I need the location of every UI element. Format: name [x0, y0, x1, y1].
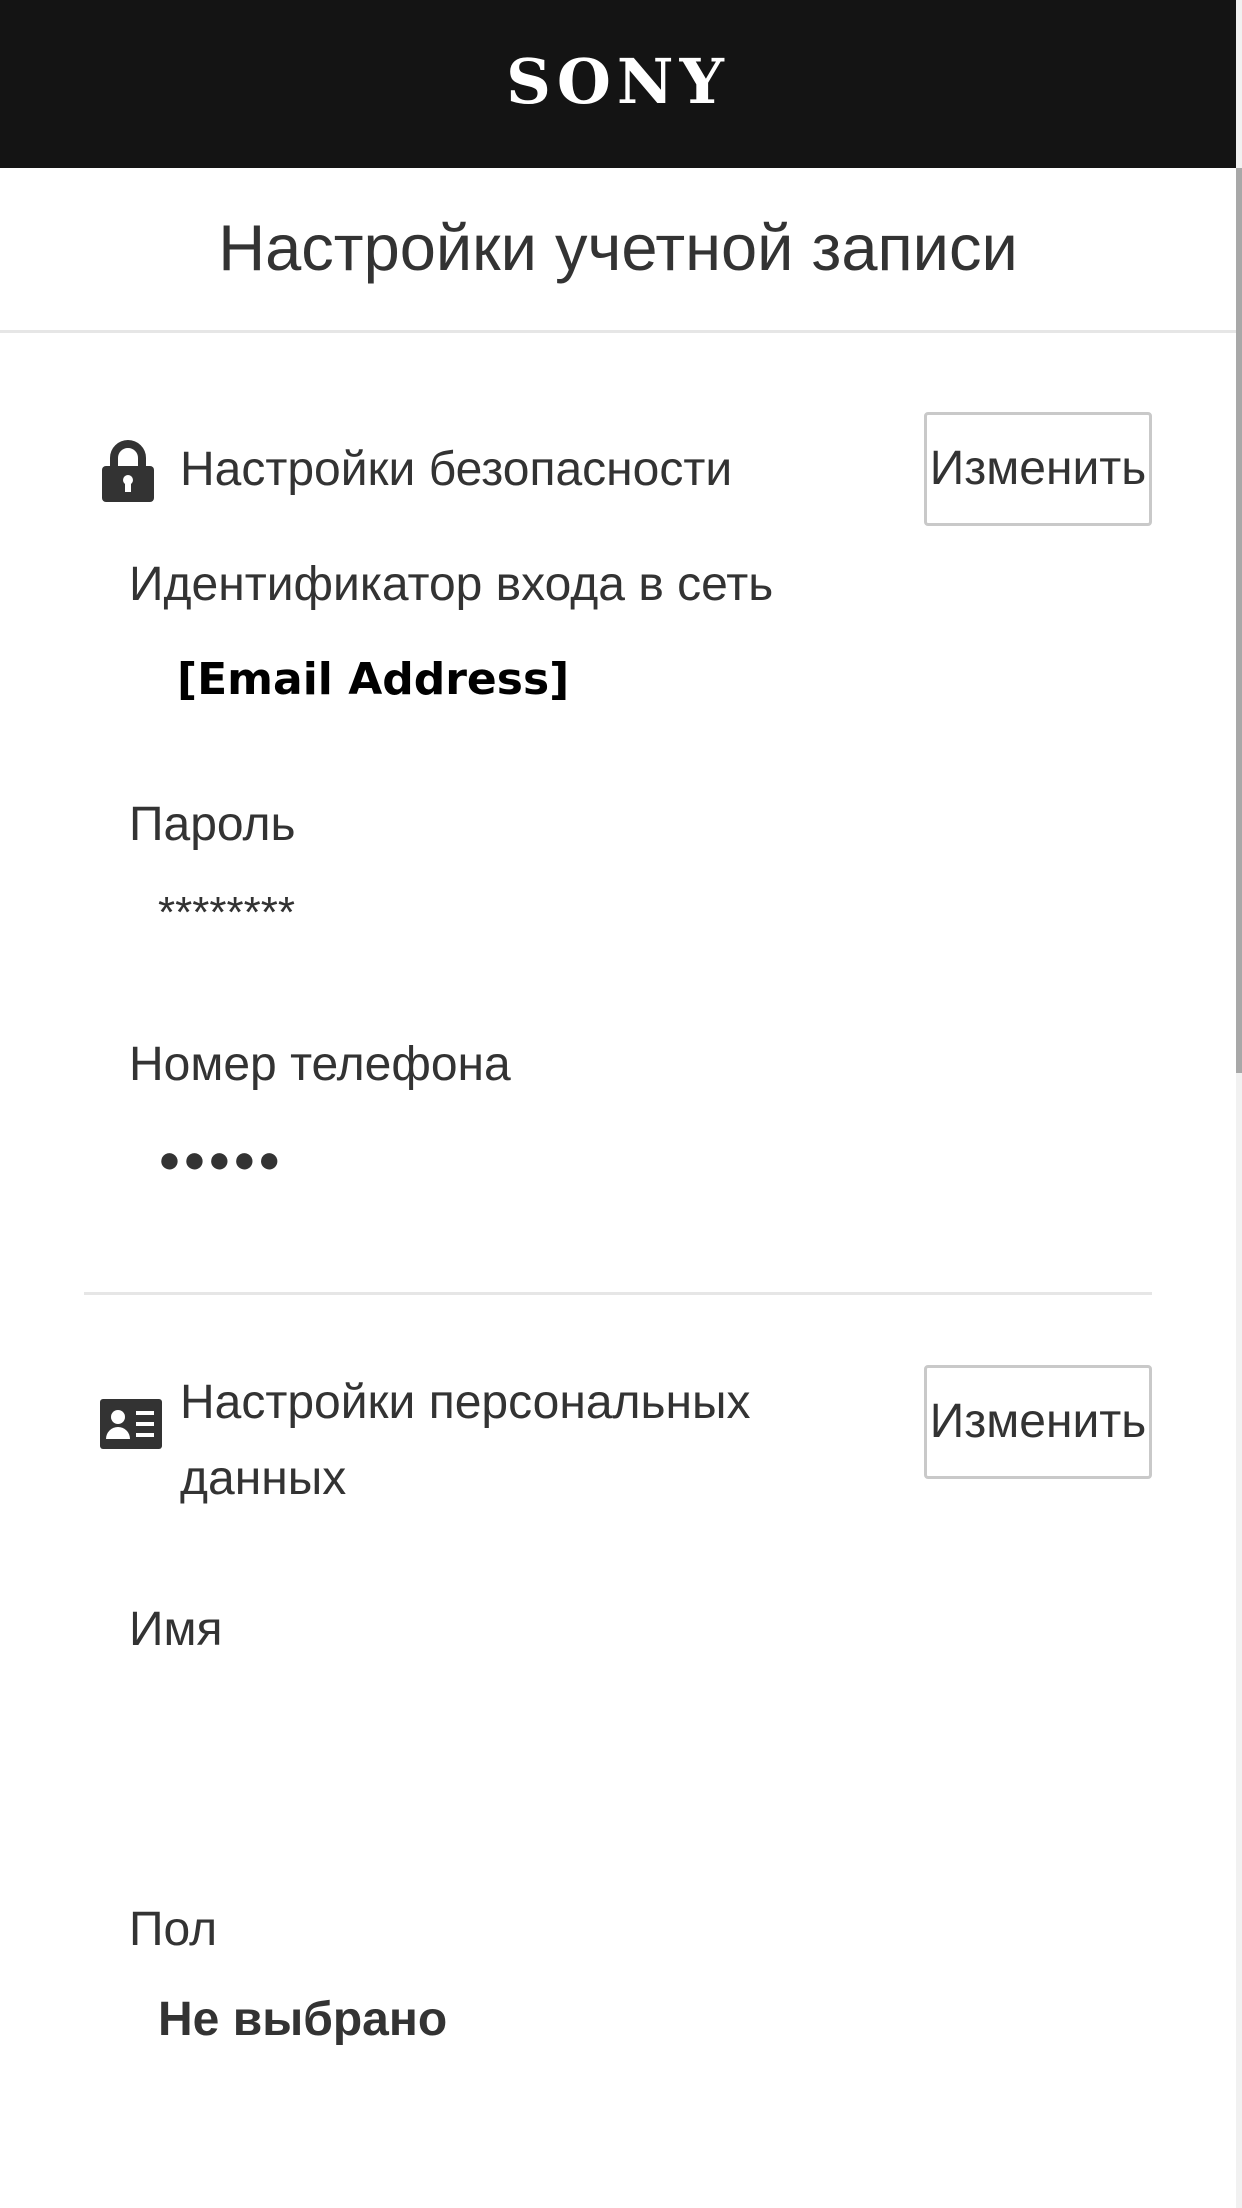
security-section-header: Настройки безопасности Изменить [100, 410, 1152, 530]
id-card-icon-graphic [100, 1399, 162, 1449]
signin-id-label: Идентификатор входа в сеть [129, 558, 774, 611]
page-title-bar: Настройки учетной записи [0, 168, 1236, 333]
name-label: Имя [129, 1603, 223, 1656]
personal-section-header: Настройки персональных данных Изменить [100, 1365, 1152, 1525]
phone-label: Номер телефона [129, 1038, 511, 1091]
page-title: Настройки учетной записи [218, 211, 1018, 284]
signin-id-value: [Email Address] [177, 654, 570, 705]
gender-value: Не выбрано [158, 1993, 448, 2046]
password-label: Пароль [129, 798, 296, 851]
password-value: ******** [158, 888, 295, 937]
lock-icon-graphic [102, 440, 154, 502]
personal-section-title: Настройки персональных данных [180, 1376, 751, 1505]
scrollbar-thumb[interactable] [1236, 168, 1242, 1073]
phone-value: ●●●●● [158, 1139, 283, 1181]
scrollbar[interactable] [1236, 0, 1242, 2208]
account-settings-page: SONY Настройки учетной записи Настройки … [0, 0, 1236, 2208]
top-bar: SONY [0, 0, 1236, 168]
security-section-title: Настройки безопасности [180, 443, 733, 496]
section-divider [84, 1292, 1152, 1295]
edit-personal-button[interactable]: Изменить [924, 1365, 1152, 1479]
id-card-icon [100, 1399, 162, 1454]
sony-logo[interactable]: SONY [0, 42, 1236, 122]
lock-icon [100, 440, 156, 509]
gender-label: Пол [129, 1903, 218, 1956]
edit-security-button[interactable]: Изменить [924, 412, 1152, 526]
